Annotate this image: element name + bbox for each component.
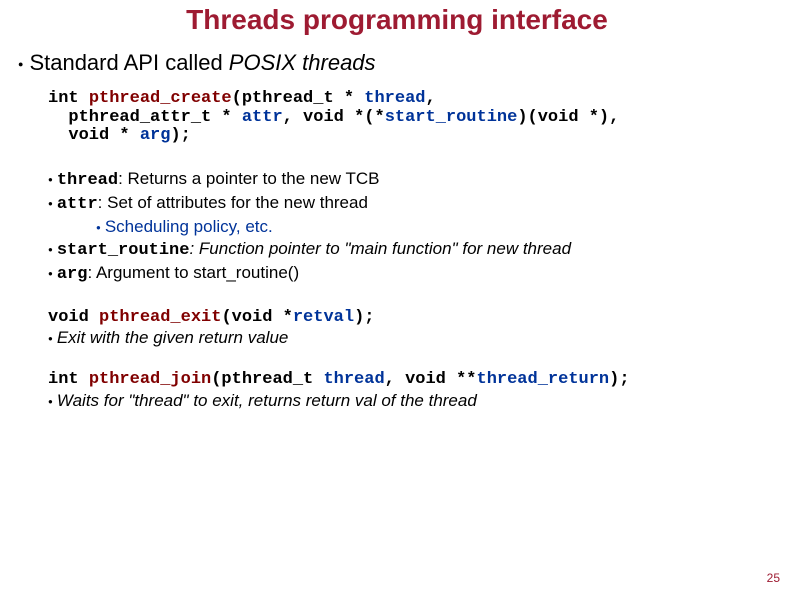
slide-body: ● Standard API called POSIX threads int p… (18, 50, 776, 412)
bullet-icon: ● (18, 59, 23, 69)
main-bullet-italic: POSIX threads (229, 50, 376, 75)
code-line-3: void * arg); (48, 127, 776, 146)
bullet-icon: ● (48, 397, 53, 406)
bullet-icon: ● (48, 199, 53, 208)
param-arg: ●arg: Argument to start_routine() (48, 262, 776, 286)
code-line-1: int pthread_create(pthread_t * thread, (48, 90, 776, 109)
join-desc-block: ●Waits for "thread" to exit, returns ret… (48, 390, 776, 412)
main-bullet-text: Standard API called (29, 50, 228, 75)
page-number: 25 (767, 571, 780, 585)
param-thread: ●thread: Returns a pointer to the new TC… (48, 168, 776, 192)
bullet-icon: ● (48, 269, 53, 278)
param-list: ●thread: Returns a pointer to the new TC… (48, 168, 776, 286)
bullet-icon: ● (96, 223, 101, 232)
exit-desc: ●Exit with the given return value (48, 327, 776, 349)
param-attr-sub: ●Scheduling policy, etc. (96, 216, 776, 238)
main-bullet: ● Standard API called POSIX threads (18, 50, 776, 76)
code-line-2: pthread_attr_t * attr, void *(*start_rou… (48, 109, 776, 128)
code-pthread-create: int pthread_create(pthread_t * thread, p… (48, 90, 776, 146)
bullet-icon: ● (48, 334, 53, 343)
code-pthread-join: int pthread_join(pthread_t thread, void … (48, 371, 776, 390)
code-pthread-exit: void pthread_exit(void *retval); (48, 309, 776, 328)
slide-title: Threads programming interface (0, 4, 794, 36)
bullet-icon: ● (48, 175, 53, 184)
join-desc: ●Waits for "thread" to exit, returns ret… (48, 390, 776, 412)
slide: Threads programming interface ● Standard … (0, 0, 794, 595)
bullet-icon: ● (48, 245, 53, 254)
exit-desc-block: ●Exit with the given return value (48, 327, 776, 349)
param-attr: ●attr: Set of attributes for the new thr… (48, 192, 776, 216)
param-start-routine: ●start_routine: Function pointer to "mai… (48, 238, 776, 262)
